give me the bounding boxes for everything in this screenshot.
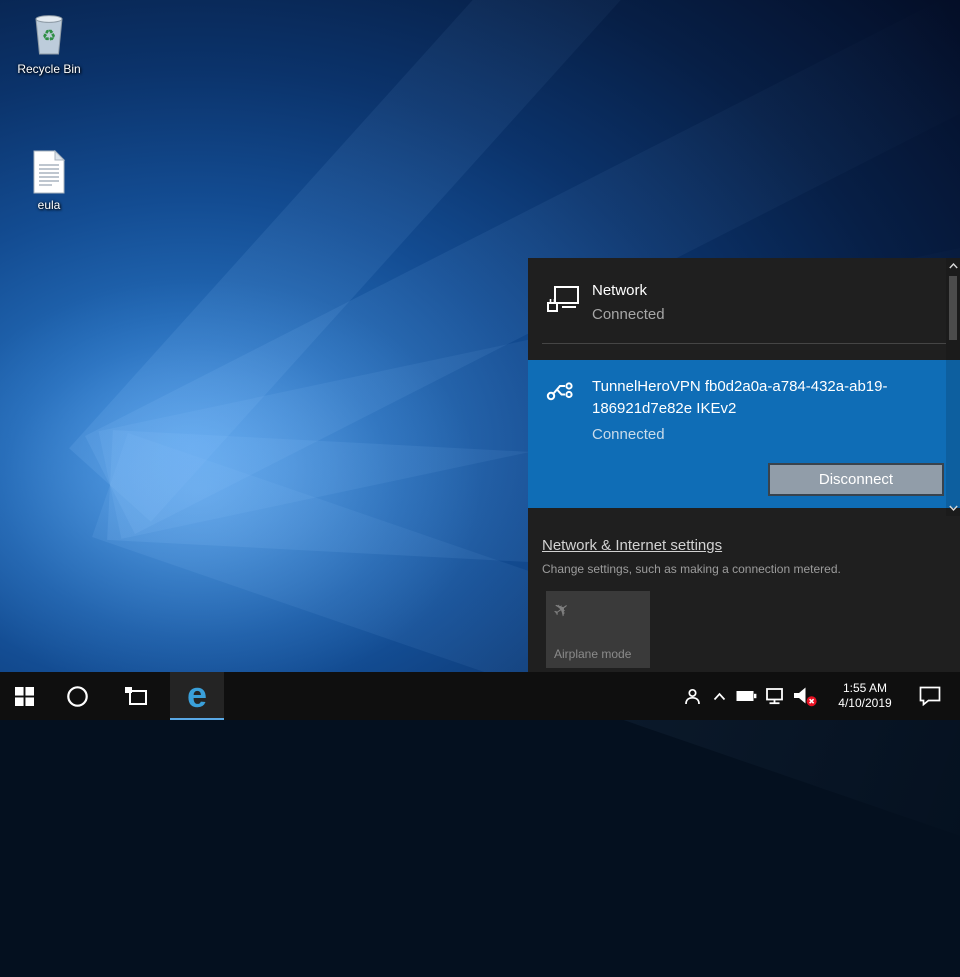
people-button[interactable] (678, 672, 706, 720)
scroll-down-icon[interactable] (946, 502, 960, 514)
desktop-icon-label: Recycle Bin (17, 62, 81, 76)
action-center-icon (919, 686, 941, 706)
battery-icon (736, 691, 756, 701)
desktop-icon-label: eula (37, 198, 61, 212)
edge-icon: e (186, 674, 208, 715)
scrollbar-thumb[interactable] (949, 276, 957, 340)
network-tray-button[interactable] (760, 672, 788, 720)
search-circle-icon (66, 685, 88, 707)
system-tray: 1:55 AM 4/10/2019 (678, 672, 960, 720)
search-button[interactable] (48, 672, 106, 720)
volume-muted-icon (793, 687, 817, 706)
clock-time: 1:55 AM (842, 681, 888, 695)
task-view-button[interactable] (106, 672, 164, 720)
start-button[interactable] (0, 672, 48, 720)
desktop-icon-recycle-bin[interactable]: ♻ Recycle Bin (10, 10, 88, 76)
airplane-mode-label: Airplane mode (554, 647, 632, 661)
settings-hint: Change settings, such as making a connec… (542, 562, 841, 576)
eula-document-icon (10, 146, 88, 194)
recycle-bin-icon: ♻ (10, 10, 88, 58)
network-flyout: Network Connected TunnelHeroVPN fb0d2a0a… (528, 258, 960, 672)
network-status: Connected (592, 306, 665, 323)
hidden-icons-button[interactable] (706, 672, 732, 720)
battery-button[interactable] (732, 672, 760, 720)
volume-button[interactable] (788, 672, 822, 720)
taskbar: e 1:55 AM 4/10/2019 (0, 672, 960, 720)
task-view-icon (124, 687, 147, 705)
edge-browser-button[interactable]: e (170, 672, 224, 720)
airplane-icon: ✈ (549, 597, 575, 624)
network-settings-link[interactable]: Network & Internet settings (542, 537, 722, 554)
desktop-icon-eula[interactable]: eula (10, 146, 88, 212)
vpn-name: TunnelHeroVPN fb0d2a0a-a784-432a-ab19-18… (592, 378, 888, 417)
ethernet-tray-icon (765, 687, 783, 704)
network-list-item[interactable]: Network Connected (528, 258, 960, 343)
scroll-up-icon[interactable] (946, 260, 960, 272)
action-center-button[interactable] (908, 672, 952, 720)
people-icon (684, 688, 700, 704)
ethernet-icon (546, 282, 580, 323)
disconnect-button[interactable]: Disconnect (768, 463, 944, 496)
vpn-list-item[interactable]: TunnelHeroVPN fb0d2a0a-a784-432a-ab19-18… (528, 360, 960, 508)
recycle-symbol-icon: ♻ (41, 28, 57, 45)
windows-logo-icon (14, 686, 34, 706)
vpn-status: Connected (592, 426, 665, 443)
airplane-mode-button[interactable]: ✈ Airplane mode (546, 591, 650, 668)
network-title: Network (592, 282, 648, 299)
clock-date: 4/10/2019 (838, 696, 892, 710)
divider (542, 343, 946, 344)
network-list: Network Connected TunnelHeroVPN fb0d2a0a… (528, 258, 960, 516)
flyout-footer: Network & Internet settings Change setti… (528, 516, 960, 668)
taskbar-clock[interactable]: 1:55 AM 4/10/2019 (830, 681, 900, 711)
flyout-scrollbar[interactable] (946, 258, 960, 516)
chevron-up-icon (713, 692, 725, 700)
vpn-icon (546, 376, 580, 508)
